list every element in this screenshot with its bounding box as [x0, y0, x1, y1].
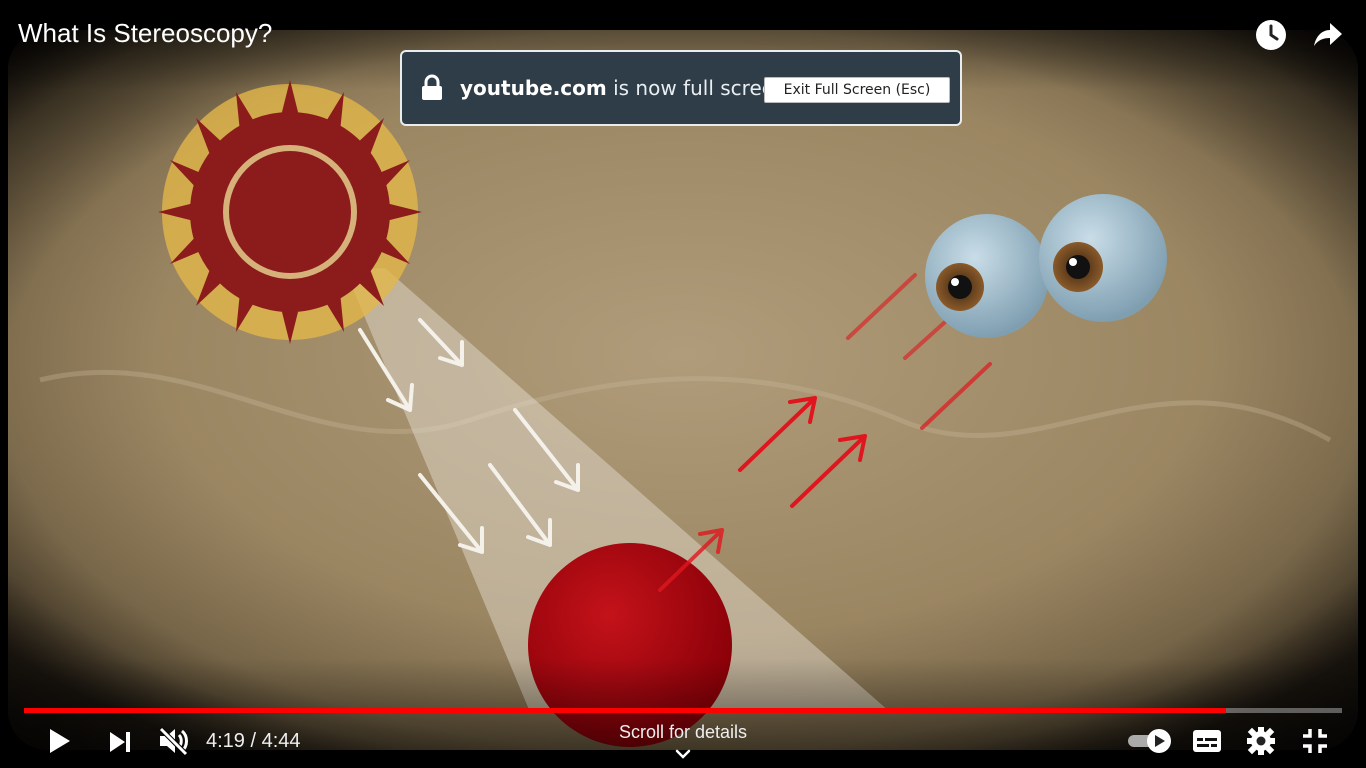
- time-display: 4:19 / 4:44: [206, 730, 301, 753]
- autoplay-toggle[interactable]: [1126, 728, 1174, 754]
- current-time: 4:19: [206, 730, 245, 752]
- subtitles-button[interactable]: [1192, 728, 1222, 754]
- play-button[interactable]: [44, 726, 74, 756]
- duration: 4:44: [261, 730, 301, 752]
- fullscreen-message: youtube.com is now full screen: [460, 76, 787, 100]
- top-actions: [1254, 18, 1344, 52]
- mute-button[interactable]: [156, 724, 190, 758]
- sun-illustration: [158, 80, 422, 344]
- progress-played: [24, 708, 1227, 713]
- fullscreen-domain: youtube.com: [460, 76, 607, 100]
- video-player[interactable]: What Is Stereoscopy? youtube.com is now …: [0, 0, 1366, 768]
- muted-volume-icon: [159, 727, 188, 756]
- next-button[interactable]: [106, 728, 134, 756]
- next-icon: [110, 732, 130, 752]
- red-ball-illustration: [528, 543, 732, 747]
- exit-fullscreen-icon: [1303, 729, 1327, 753]
- scroll-for-details[interactable]: Scroll for details: [583, 722, 783, 743]
- subtitles-icon: [1193, 730, 1221, 752]
- clock-icon: [1256, 20, 1286, 50]
- player-controls: 4:19 / 4:44 Scroll for details: [0, 718, 1366, 764]
- exit-fullscreen-control[interactable]: [1300, 726, 1330, 756]
- progress-bar[interactable]: [24, 708, 1342, 713]
- share-arrow-icon: [1314, 23, 1342, 46]
- watch-later-button[interactable]: [1254, 18, 1288, 52]
- fullscreen-message-text: is now full screen: [606, 76, 787, 100]
- time-separator: /: [244, 730, 262, 752]
- play-icon: [50, 729, 70, 753]
- settings-button[interactable]: [1246, 726, 1276, 756]
- lock-icon: [422, 74, 442, 100]
- fullscreen-notice: youtube.com is now full screen Exit Full…: [400, 50, 962, 126]
- share-button[interactable]: [1310, 18, 1344, 52]
- exit-fullscreen-button[interactable]: Exit Full Screen (Esc): [764, 77, 950, 103]
- gear-icon: [1247, 727, 1275, 755]
- chevron-down-icon[interactable]: [675, 748, 691, 760]
- autoplay-toggle-icon: [1128, 729, 1171, 753]
- video-title[interactable]: What Is Stereoscopy?: [18, 18, 272, 49]
